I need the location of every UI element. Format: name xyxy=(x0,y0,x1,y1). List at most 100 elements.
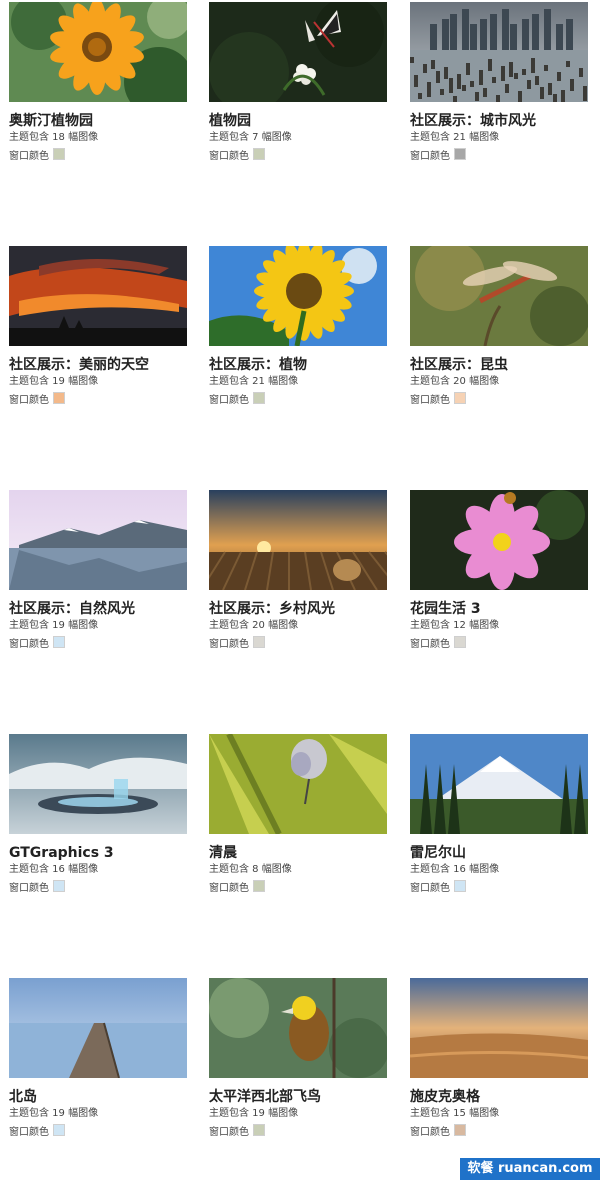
theme-card[interactable]: 北岛 主题包含 19 幅图像 窗口颜色 xyxy=(9,978,187,1148)
window-color-row: 窗口颜色 xyxy=(410,636,466,651)
window-color-swatch xyxy=(253,636,265,648)
window-color-label: 窗口颜色 xyxy=(9,395,49,406)
theme-card[interactable]: 花园生活 3 主题包含 12 幅图像 窗口颜色 xyxy=(410,490,588,660)
theme-title[interactable]: 花园生活 3 xyxy=(410,600,600,618)
theme-title[interactable]: 社区展示：自然风光 xyxy=(9,600,199,618)
theme-card[interactable]: 社区展示：城市风光 主题包含 21 幅图像 窗口颜色 xyxy=(410,2,588,172)
theme-title[interactable]: 社区展示：城市风光 xyxy=(410,112,600,130)
theme-title[interactable]: 社区展示：植物 xyxy=(209,356,399,374)
window-color-label: 窗口颜色 xyxy=(209,151,249,162)
theme-thumbnail[interactable] xyxy=(410,2,588,102)
theme-card[interactable]: 社区展示：自然风光 主题包含 19 幅图像 窗口颜色 xyxy=(9,490,187,660)
window-color-swatch xyxy=(53,1124,65,1136)
window-color-swatch xyxy=(454,880,466,892)
theme-title[interactable]: 奥斯汀植物园 xyxy=(9,112,199,130)
theme-thumbnail[interactable] xyxy=(209,978,387,1078)
window-color-row: 窗口颜色 xyxy=(9,148,65,163)
window-color-swatch xyxy=(253,148,265,160)
theme-card[interactable]: 社区展示：乡村风光 主题包含 20 幅图像 窗口颜色 xyxy=(209,490,387,660)
theme-thumbnail[interactable] xyxy=(410,734,588,834)
theme-card[interactable]: 施皮克奥格 主题包含 15 幅图像 窗口颜色 xyxy=(410,978,588,1148)
window-color-label: 窗口颜色 xyxy=(410,395,450,406)
thumbnail-image xyxy=(9,246,187,346)
thumbnail-image xyxy=(9,2,187,102)
theme-card[interactable]: 植物园 主题包含 7 幅图像 窗口颜色 xyxy=(209,2,387,172)
theme-card[interactable]: 太平洋西北部飞鸟 主题包含 19 幅图像 窗口颜色 xyxy=(209,978,387,1148)
theme-image-count: 主题包含 12 幅图像 xyxy=(410,620,500,631)
window-color-row: 窗口颜色 xyxy=(209,880,265,895)
theme-image-count: 主题包含 19 幅图像 xyxy=(9,1108,99,1119)
theme-thumbnail[interactable] xyxy=(410,246,588,346)
theme-title[interactable]: 太平洋西北部飞鸟 xyxy=(209,1088,399,1106)
theme-title[interactable]: 植物园 xyxy=(209,112,399,130)
theme-title[interactable]: 社区展示：美丽的天空 xyxy=(9,356,199,374)
theme-image-count: 主题包含 16 幅图像 xyxy=(410,864,500,875)
thumbnail-image xyxy=(9,978,187,1078)
theme-card[interactable]: 清晨 主题包含 8 幅图像 窗口颜色 xyxy=(209,734,387,904)
thumbnail-image xyxy=(410,246,588,346)
window-color-swatch xyxy=(454,1124,466,1136)
window-color-label: 窗口颜色 xyxy=(410,151,450,162)
theme-thumbnail[interactable] xyxy=(209,2,387,102)
thumbnail-image xyxy=(209,490,387,590)
thumbnail-image xyxy=(410,490,588,590)
theme-image-count: 主题包含 15 幅图像 xyxy=(410,1108,500,1119)
theme-thumbnail[interactable] xyxy=(410,978,588,1078)
window-color-label: 窗口颜色 xyxy=(209,1127,249,1138)
theme-thumbnail[interactable] xyxy=(9,978,187,1078)
theme-image-count: 主题包含 19 幅图像 xyxy=(9,620,99,631)
theme-thumbnail[interactable] xyxy=(209,734,387,834)
theme-card[interactable]: 奥斯汀植物园 主题包含 18 幅图像 窗口颜色 xyxy=(9,2,187,172)
window-color-label: 窗口颜色 xyxy=(410,883,450,894)
theme-title[interactable]: 北岛 xyxy=(9,1088,199,1106)
window-color-swatch xyxy=(253,880,265,892)
theme-thumbnail[interactable] xyxy=(9,490,187,590)
theme-title[interactable]: 社区展示：昆虫 xyxy=(410,356,600,374)
theme-thumbnail[interactable] xyxy=(9,734,187,834)
window-color-swatch xyxy=(53,636,65,648)
theme-image-count: 主题包含 18 幅图像 xyxy=(9,132,99,143)
theme-title[interactable]: 社区展示：乡村风光 xyxy=(209,600,399,618)
theme-card[interactable]: 雷尼尔山 主题包含 16 幅图像 窗口颜色 xyxy=(410,734,588,904)
window-color-swatch xyxy=(253,1124,265,1136)
window-color-label: 窗口颜色 xyxy=(9,883,49,894)
window-color-swatch xyxy=(454,148,466,160)
theme-card[interactable]: 社区展示：美丽的天空 主题包含 19 幅图像 窗口颜色 xyxy=(9,246,187,416)
thumbnail-image xyxy=(209,246,387,346)
theme-card[interactable]: 社区展示：植物 主题包含 21 幅图像 窗口颜色 xyxy=(209,246,387,416)
theme-thumbnail[interactable] xyxy=(209,246,387,346)
window-color-swatch xyxy=(454,392,466,404)
thumbnail-image xyxy=(410,2,588,102)
theme-image-count: 主题包含 21 幅图像 xyxy=(209,376,299,387)
thumbnail-image xyxy=(9,490,187,590)
window-color-label: 窗口颜色 xyxy=(209,395,249,406)
theme-title[interactable]: GTGraphics 3 xyxy=(9,844,199,862)
window-color-row: 窗口颜色 xyxy=(209,148,265,163)
theme-title[interactable]: 清晨 xyxy=(209,844,399,862)
theme-title[interactable]: 雷尼尔山 xyxy=(410,844,600,862)
thumbnail-image xyxy=(410,978,588,1078)
window-color-row: 窗口颜色 xyxy=(9,392,65,407)
window-color-row: 窗口颜色 xyxy=(410,148,466,163)
window-color-swatch xyxy=(454,636,466,648)
window-color-swatch xyxy=(53,392,65,404)
window-color-row: 窗口颜色 xyxy=(209,636,265,651)
theme-title[interactable]: 施皮克奥格 xyxy=(410,1088,600,1106)
theme-card[interactable]: GTGraphics 3 主题包含 16 幅图像 窗口颜色 xyxy=(9,734,187,904)
theme-thumbnail[interactable] xyxy=(9,246,187,346)
window-color-row: 窗口颜色 xyxy=(209,392,265,407)
window-color-row: 窗口颜色 xyxy=(410,1124,466,1139)
theme-thumbnail[interactable] xyxy=(209,490,387,590)
thumbnail-image xyxy=(209,978,387,1078)
theme-thumbnail[interactable] xyxy=(410,490,588,590)
theme-card[interactable]: 社区展示：昆虫 主题包含 20 幅图像 窗口颜色 xyxy=(410,246,588,416)
window-color-label: 窗口颜色 xyxy=(410,1127,450,1138)
thumbnail-image xyxy=(410,734,588,834)
window-color-label: 窗口颜色 xyxy=(209,639,249,650)
site-watermark: 软餐 ruancan.com xyxy=(460,1158,600,1180)
window-color-label: 窗口颜色 xyxy=(9,151,49,162)
theme-image-count: 主题包含 19 幅图像 xyxy=(9,376,99,387)
thumbnail-image xyxy=(209,2,387,102)
window-color-swatch xyxy=(53,880,65,892)
theme-thumbnail[interactable] xyxy=(9,2,187,102)
